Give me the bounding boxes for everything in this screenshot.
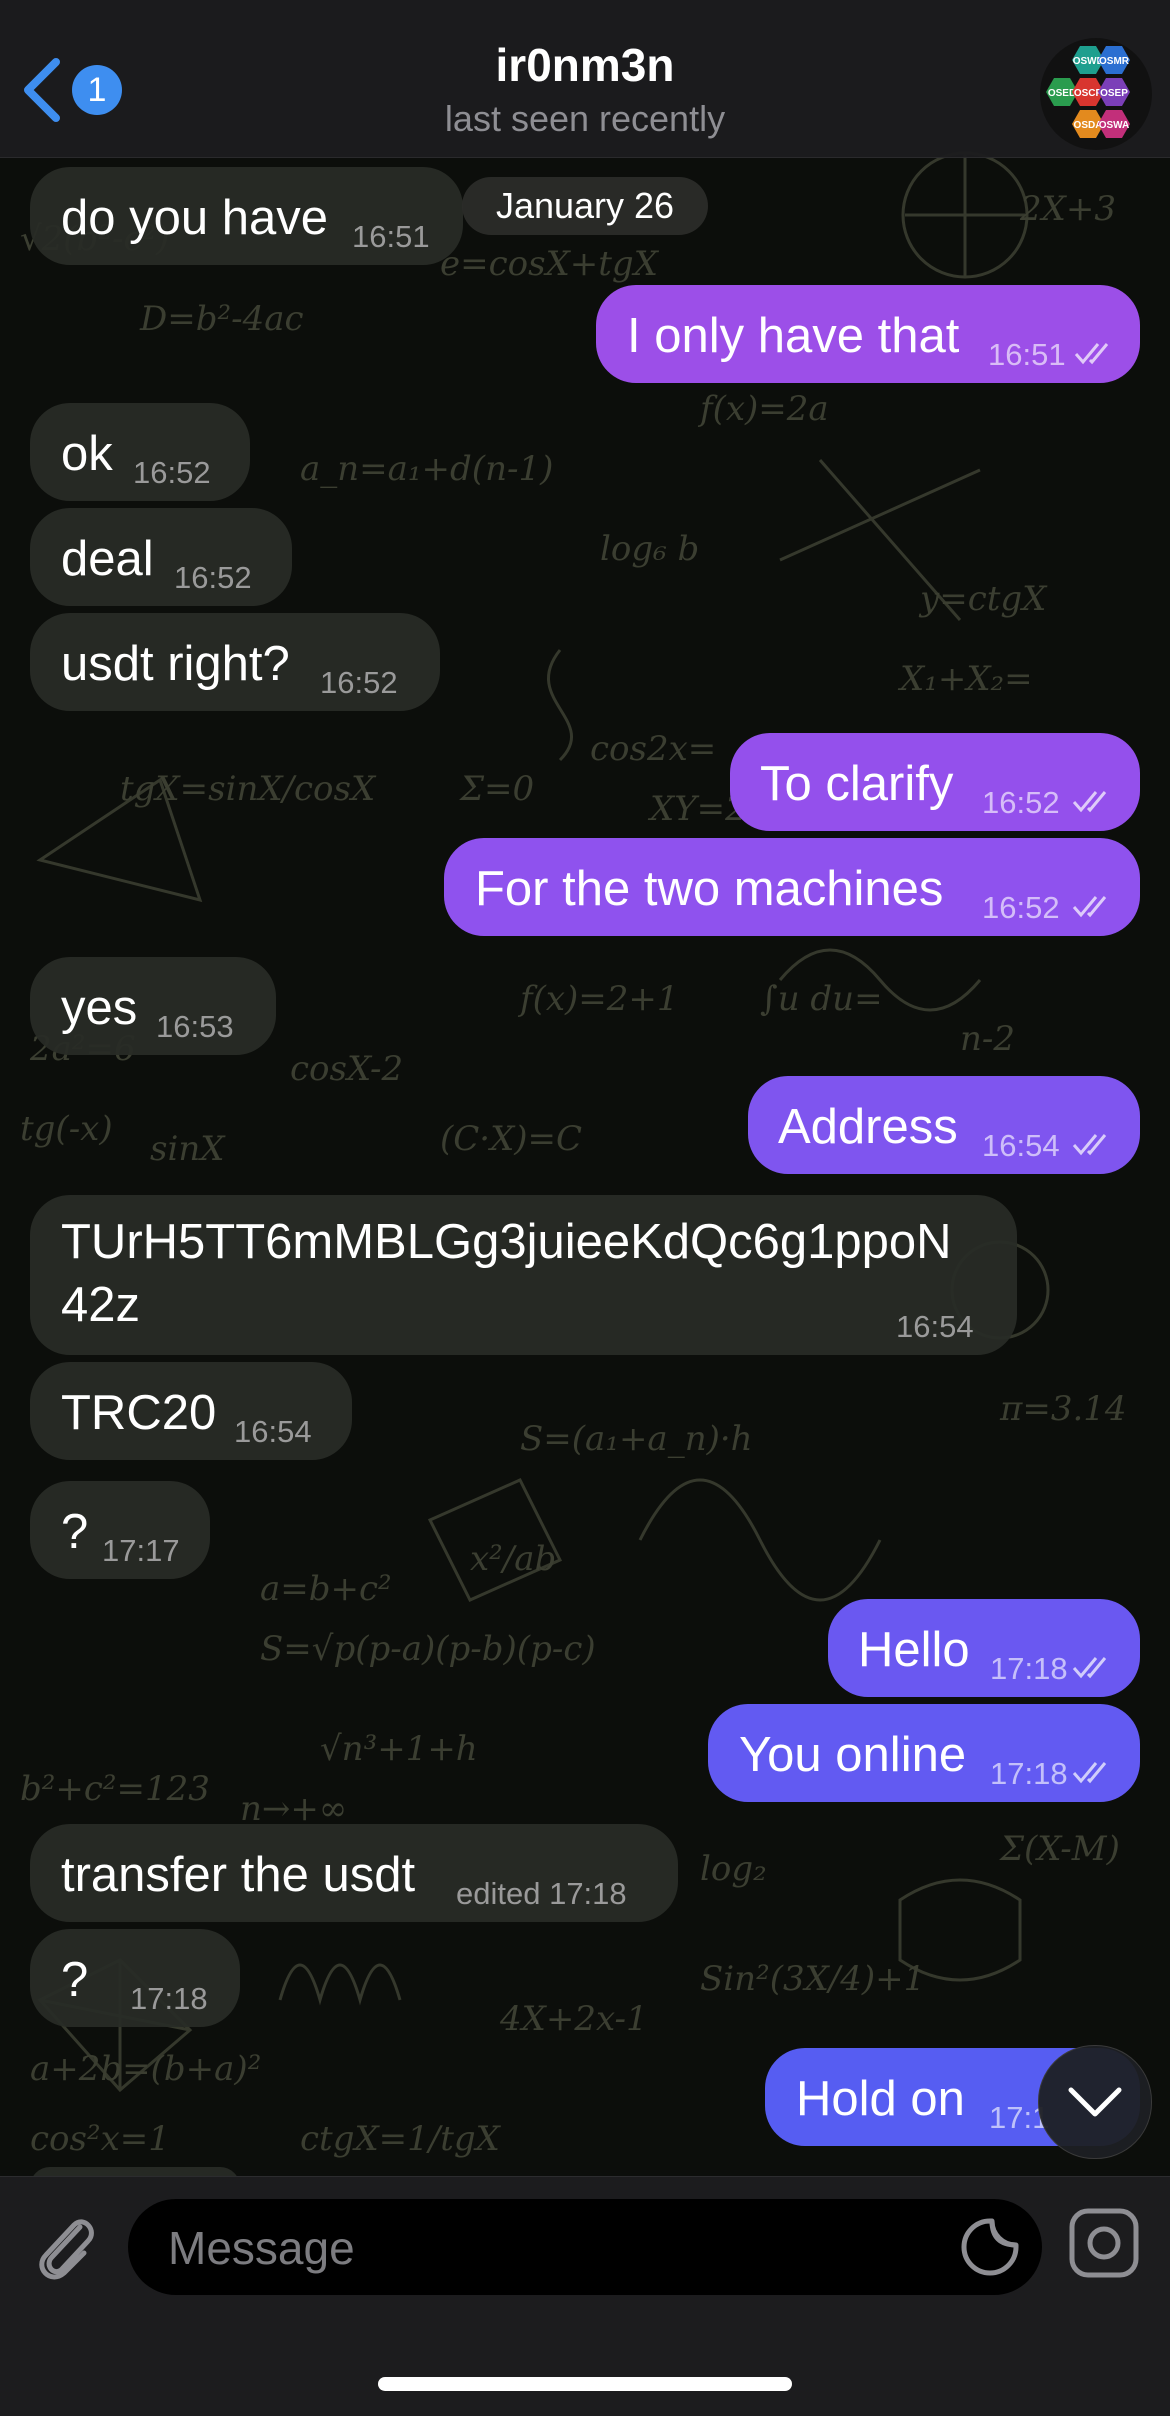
message-text: For the two machines xyxy=(475,862,944,916)
message-text: yes xyxy=(61,981,138,1035)
double-check-icon xyxy=(1072,1134,1107,1156)
message-text: Hello xyxy=(858,1623,970,1677)
chevron-down-icon xyxy=(1068,2087,1122,2117)
message-time: 16:52 xyxy=(320,665,398,700)
message-incoming[interactable]: TUrH5TT6mMBLGg3juieeKdQc6g1ppoN 42z 16:5… xyxy=(30,1195,1017,1355)
message-text: TRC20 xyxy=(61,1386,217,1440)
message-incoming[interactable]: ok 16:52 xyxy=(30,403,250,501)
message-list[interactable]: do you have 16:51 I only have that 16:51… xyxy=(0,157,1170,1175)
avatar-label-4: OSEP xyxy=(1100,88,1128,99)
message-text: I only have that xyxy=(627,309,960,363)
message-text-line-1: TUrH5TT6mMBLGg3juieeKdQc6g1ppoN xyxy=(61,1215,952,1269)
double-check-icon xyxy=(1072,1762,1107,1784)
message-time: 16:52 xyxy=(133,455,211,490)
message-time: 16:53 xyxy=(156,1009,234,1044)
message-incoming[interactable]: TRC20 16:54 xyxy=(30,1362,352,1460)
message-incoming[interactable]: deal 16:52 xyxy=(30,508,292,606)
contact-name[interactable]: ir0nm3n xyxy=(0,38,1170,92)
message-outgoing[interactable]: Hello 17:18 xyxy=(828,1599,1140,1697)
message-incoming-partial[interactable] xyxy=(30,2167,240,2176)
message-outgoing[interactable]: I only have that 16:51 xyxy=(596,285,1140,383)
message-text-line-2: 42z xyxy=(61,1278,141,1332)
message-text: ok xyxy=(61,427,113,481)
scroll-to-bottom-button[interactable] xyxy=(1038,2045,1152,2159)
message-incoming[interactable]: ? 17:17 xyxy=(30,1481,210,1579)
message-time: 16:54 xyxy=(234,1414,312,1449)
avatar-label-6: OSWA xyxy=(1099,120,1130,131)
avatar-label-3: OSCP xyxy=(1074,88,1103,99)
paperclip-icon xyxy=(39,2219,94,2280)
attach-button[interactable] xyxy=(30,2207,100,2292)
home-indicator[interactable] xyxy=(378,2377,792,2391)
contact-status: last seen recently xyxy=(444,98,726,139)
message-text: Hold on xyxy=(796,2072,965,2126)
message-incoming[interactable]: transfer the usdt edited 17:18 xyxy=(30,1824,678,1922)
message-time: 16:51 xyxy=(352,219,430,254)
message-time: 17:18 xyxy=(990,1756,1068,1791)
sticker-icon xyxy=(961,2218,1019,2276)
message-time: 16:52 xyxy=(982,785,1060,820)
message-outgoing[interactable]: For the two machines 16:52 xyxy=(444,838,1140,936)
message-field[interactable] xyxy=(128,2199,1042,2297)
double-check-icon xyxy=(1072,896,1107,918)
double-check-icon xyxy=(1074,343,1109,365)
message-incoming[interactable]: yes 16:53 xyxy=(30,957,276,1055)
message-time: 17:18 xyxy=(990,1651,1068,1686)
message-text: do you have xyxy=(61,191,328,245)
message-text: You online xyxy=(739,1728,967,1782)
message-text: Address xyxy=(778,1100,958,1154)
message-time: 16:54 xyxy=(896,1309,974,1344)
message-text: deal xyxy=(61,532,154,586)
message-outgoing[interactable]: To clarify 16:52 xyxy=(730,733,1140,831)
message-composer xyxy=(0,2176,1170,2416)
sticker-button[interactable] xyxy=(960,2217,1020,2282)
message-text: ? xyxy=(61,1953,89,2007)
chat-header: 1 ir0nm3n last seen recently OSWE OSMR O… xyxy=(0,0,1170,158)
message-text: usdt right? xyxy=(61,637,290,691)
message-incoming[interactable]: usdt right? 16:52 xyxy=(30,613,440,711)
camera-icon xyxy=(1069,2208,1139,2278)
message-text: To clarify xyxy=(760,757,954,811)
message-time: 16:52 xyxy=(982,890,1060,925)
message-time: edited 17:18 xyxy=(456,1876,627,1911)
double-check-icon xyxy=(1072,791,1107,813)
message-time: 17:18 xyxy=(130,1981,208,2016)
message-text: transfer the usdt xyxy=(61,1848,416,1902)
camera-button[interactable] xyxy=(1068,2207,1140,2284)
message-incoming[interactable]: do you have 16:51 xyxy=(30,167,463,265)
message-text: ? xyxy=(61,1505,89,1559)
message-time: 16:52 xyxy=(174,560,252,595)
message-input[interactable] xyxy=(166,2199,910,2297)
message-outgoing[interactable]: Address 16:54 xyxy=(748,1076,1140,1174)
double-check-icon xyxy=(1072,1657,1107,1679)
message-time: 17:17 xyxy=(102,1533,180,1568)
message-incoming[interactable]: ? 17:18 xyxy=(30,1929,240,2027)
avatar-label-2: OSED xyxy=(1048,88,1076,99)
message-time: 16:51 xyxy=(988,337,1066,372)
message-list-continued[interactable]: TUrH5TT6mMBLGg3juieeKdQc6g1ppoN 42z 16:5… xyxy=(0,1175,1170,2176)
message-outgoing[interactable]: You online 17:18 xyxy=(708,1704,1140,1802)
avatar[interactable]: OSWE OSMR OSED OSCP OSEP OSDA OSWA xyxy=(1040,38,1152,150)
date-separator: January 26 xyxy=(462,177,708,235)
avatar-label-1: OSMR xyxy=(1099,56,1130,67)
message-time: 16:54 xyxy=(982,1128,1060,1163)
